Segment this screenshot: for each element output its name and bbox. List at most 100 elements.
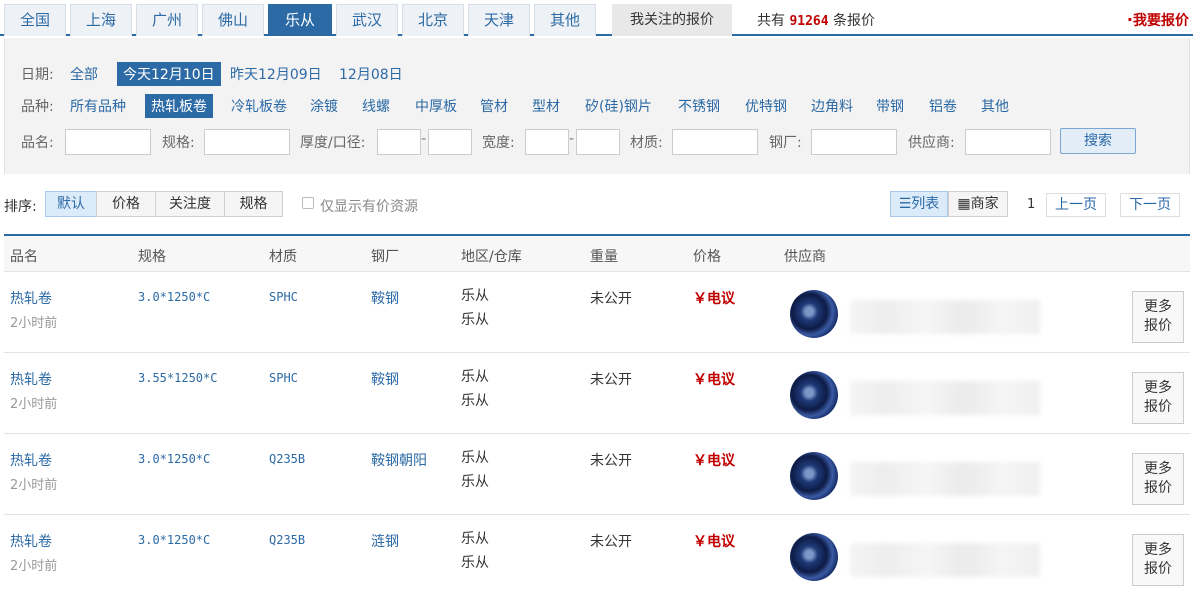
mill-input[interactable]	[811, 129, 897, 155]
header-region: 地区/仓库	[461, 249, 522, 265]
tab-city-guangzhou[interactable]: 广州	[136, 4, 198, 36]
price-value: ￥电议	[693, 453, 735, 469]
priced-only-checkbox[interactable]	[302, 197, 314, 209]
category-plate[interactable]: 中厚板	[415, 96, 457, 116]
tab-city-wuhan[interactable]: 武汉	[336, 4, 398, 36]
header-supplier: 供应商	[784, 249, 826, 265]
tab-city-foshan[interactable]: 佛山	[202, 4, 264, 36]
region-value: 乐从	[461, 369, 489, 385]
table-row: 热轧卷 2小时前 3.55*1250*C SPHC 鞍钢 乐从 乐从 未公开 ￥…	[4, 353, 1190, 434]
more-quotes-button[interactable]: 更多 报价	[1132, 453, 1184, 505]
prev-page-button[interactable]: 上一页	[1046, 193, 1106, 217]
supplier-avatar[interactable]	[790, 290, 838, 338]
category-stainless[interactable]: 不锈钢	[678, 96, 720, 116]
merchant-view-button[interactable]: ▦商家	[948, 191, 1008, 217]
weight-value: 未公开	[590, 372, 632, 388]
category-section[interactable]: 型材	[532, 96, 560, 116]
category-cold-rolled[interactable]: 冷轧板卷	[231, 96, 287, 116]
category-strip[interactable]: 带钢	[876, 96, 904, 116]
material-label: 材质:	[630, 135, 663, 151]
category-aluminum-coil[interactable]: 铝卷	[929, 96, 957, 116]
product-name-input[interactable]	[65, 129, 151, 155]
tab-city-all[interactable]: 全国	[4, 4, 66, 36]
category-hot-rolled[interactable]: 热轧板卷	[145, 94, 213, 118]
mill-link[interactable]: 鞍钢	[371, 369, 399, 389]
supplier-avatar[interactable]	[790, 371, 838, 419]
sort-price-button[interactable]: 价格	[96, 191, 156, 217]
date-option-all[interactable]: 全部	[70, 64, 98, 84]
width-min-input[interactable]	[525, 129, 569, 155]
tab-followed-quotes[interactable]: 我关注的报价	[612, 4, 732, 36]
category-coated[interactable]: 涂镀	[310, 96, 338, 116]
material-value: SPHC	[269, 371, 298, 385]
warehouse-value: 乐从	[461, 312, 489, 328]
current-page: 1	[1027, 197, 1036, 212]
material-value: Q235B	[269, 452, 306, 466]
thickness-label: 厚度/口径:	[300, 135, 366, 151]
mill-link[interactable]: 涟钢	[371, 531, 399, 551]
region-value: 乐从	[461, 531, 489, 547]
supplier-avatar[interactable]	[790, 452, 838, 500]
product-name-link[interactable]: 热轧卷	[10, 450, 52, 470]
material-value: SPHC	[269, 290, 298, 304]
sort-default-button[interactable]: 默认	[45, 191, 97, 217]
tab-city-beijing[interactable]: 北京	[402, 4, 464, 36]
total-prefix: 共有	[757, 13, 785, 29]
category-scrap[interactable]: 边角料	[811, 96, 853, 116]
list-view-button[interactable]: ☰列表	[890, 191, 948, 217]
total-number: 91264	[789, 14, 829, 29]
next-page-button[interactable]: 下一页	[1120, 193, 1180, 217]
product-name-label: 品名:	[21, 135, 54, 151]
post-time: 2小时前	[10, 478, 58, 493]
width-max-input[interactable]	[576, 129, 620, 155]
spec-value: 3.0*1250*C	[138, 452, 211, 466]
tab-city-shanghai[interactable]: 上海	[70, 4, 132, 36]
category-silicon-steel[interactable]: 矽(硅)钢片	[585, 96, 652, 116]
weight-value: 未公开	[590, 534, 632, 550]
sort-attention-button[interactable]: 关注度	[155, 191, 225, 217]
filter-panel: 日期: 全部 今天12月10日 昨天12月09日 12月08日 品种: 所有品种…	[4, 38, 1190, 174]
category-special-steel[interactable]: 优特钢	[745, 96, 787, 116]
supplier-input[interactable]	[965, 129, 1051, 155]
list-view-label: 列表	[911, 196, 940, 212]
post-time: 2小时前	[10, 397, 58, 412]
material-value: Q235B	[269, 533, 306, 547]
category-all[interactable]: 所有品种	[70, 96, 126, 116]
table-row: 热轧卷 2小时前 3.0*1250*C Q235B 鞍钢朝阳 乐从 乐从 未公开…	[4, 434, 1190, 515]
region-value: 乐从	[461, 450, 489, 466]
store-icon: ▦	[957, 196, 971, 212]
category-other[interactable]: 其他	[981, 96, 1009, 116]
category-filter-row: 品种: 所有品种 热轧板卷 冷轧板卷 涂镀 线螺 中厚板 管材 型材 矽(硅)钢…	[21, 94, 1121, 120]
product-name-link[interactable]: 热轧卷	[10, 288, 52, 308]
more-quotes-button[interactable]: 更多 报价	[1132, 534, 1184, 586]
range-separator: -	[569, 131, 575, 147]
spec-input[interactable]	[204, 129, 290, 155]
more-quotes-button[interactable]: 更多 报价	[1132, 372, 1184, 424]
category-wire-rebar[interactable]: 线螺	[362, 96, 390, 116]
mill-link[interactable]: 鞍钢朝阳	[371, 450, 427, 470]
my-quote-label: 我要报价	[1133, 13, 1189, 29]
header-mill: 钢厂	[371, 249, 399, 265]
material-input[interactable]	[672, 129, 758, 155]
tab-city-other[interactable]: 其他	[534, 4, 596, 36]
product-name-link[interactable]: 热轧卷	[10, 369, 52, 389]
date-option-dec08[interactable]: 12月08日	[339, 64, 403, 84]
mill-link[interactable]: 鞍钢	[371, 288, 399, 308]
mill-label: 钢厂:	[769, 135, 802, 151]
more-quotes-button[interactable]: 更多 报价	[1132, 291, 1184, 343]
my-quote-link[interactable]: ·我要报价	[1127, 10, 1189, 30]
thickness-max-input[interactable]	[428, 129, 472, 155]
warehouse-value: 乐从	[461, 393, 489, 409]
priced-only-label: 仅显示有价资源	[320, 199, 418, 215]
search-button[interactable]: 搜索	[1060, 128, 1136, 154]
tab-city-tianjin[interactable]: 天津	[468, 4, 530, 36]
category-pipe[interactable]: 管材	[480, 96, 508, 116]
product-name-link[interactable]: 热轧卷	[10, 531, 52, 551]
date-option-yesterday[interactable]: 昨天12月09日	[230, 64, 322, 84]
date-option-today[interactable]: 今天12月10日	[117, 62, 221, 86]
supplier-avatar[interactable]	[790, 533, 838, 581]
header-material: 材质	[269, 249, 297, 265]
thickness-min-input[interactable]	[377, 129, 421, 155]
sort-spec-button[interactable]: 规格	[224, 191, 283, 217]
tab-city-lecong[interactable]: 乐从	[268, 4, 332, 36]
